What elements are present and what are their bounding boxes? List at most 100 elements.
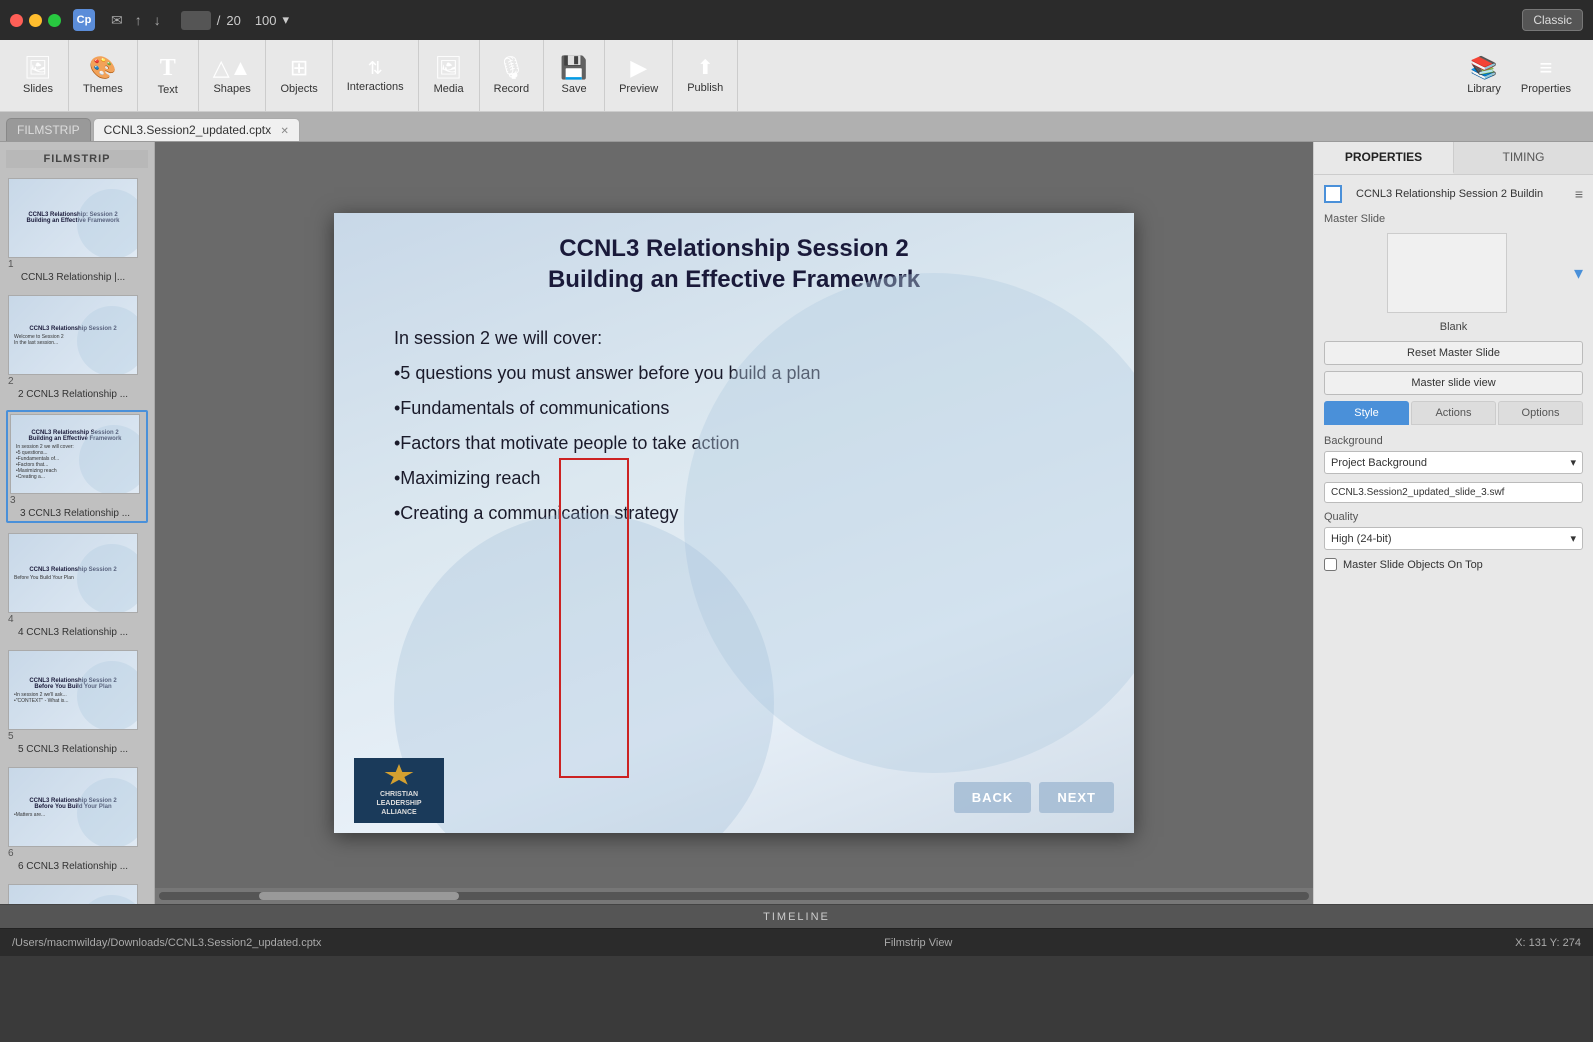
toolbar-text[interactable]: T Text bbox=[142, 46, 194, 106]
scrollbar-track bbox=[159, 892, 1309, 900]
coords-text: X: 131 Y: 274 bbox=[1515, 937, 1581, 949]
filmstrip-label-3: 3 CCNL3 Relationship ... bbox=[10, 508, 140, 519]
filmstrip-number-5: 5 bbox=[8, 731, 146, 742]
toolbar-save[interactable]: 💾 Save bbox=[548, 46, 600, 106]
zoom-level: 100 bbox=[255, 13, 277, 28]
media-icon: 🖼 bbox=[435, 57, 463, 79]
background-dropdown-arrow: ▾ bbox=[1570, 456, 1576, 469]
toolbar-group-record: 🎙 Record bbox=[480, 40, 544, 111]
slide-canvas[interactable]: CCNL3 Relationship Session 2 Building an… bbox=[334, 213, 1134, 833]
reset-master-button[interactable]: Reset Master Slide bbox=[1324, 341, 1583, 365]
zoom-dropdown-icon[interactable]: ▾ bbox=[283, 12, 290, 28]
toolbar-group-right: 📚 Library ≡ Properties bbox=[1453, 40, 1585, 111]
toolbar-record[interactable]: 🎙 Record bbox=[484, 46, 539, 106]
next-button[interactable]: NEXT bbox=[1039, 782, 1114, 813]
canvas-scrollbar[interactable] bbox=[155, 888, 1313, 904]
toolbar-publish[interactable]: ⬆ Publish bbox=[677, 46, 733, 106]
toolbar-properties[interactable]: ≡ Properties bbox=[1511, 46, 1581, 106]
title-bar: Cp ✉ ↑ ↓ 3 / 20 100 ▾ Classic bbox=[0, 0, 1593, 40]
filmstrip-header: FILMSTRIP bbox=[6, 150, 148, 168]
master-slide-preview bbox=[1387, 233, 1507, 313]
toolbar-preview[interactable]: ▶ Preview bbox=[609, 46, 668, 106]
tab-filmstrip[interactable]: FILMSTRIP bbox=[6, 118, 91, 141]
toolbar: 🖼 Slides 🎨 Themes T Text △▲ Shapes ⊞ Obj… bbox=[0, 40, 1593, 112]
filmstrip-label-6: 6 CCNL3 Relationship ... bbox=[8, 861, 138, 872]
filmstrip-panel: FILMSTRIP CCNL3 Relationship: Session 2B… bbox=[0, 142, 155, 904]
master-slide-view-button[interactable]: Master slide view bbox=[1324, 371, 1583, 395]
filmstrip-item-1[interactable]: CCNL3 Relationship: Session 2Building an… bbox=[6, 176, 148, 285]
filmstrip-item-4[interactable]: CCNL3 Relationship Session 2 Before You … bbox=[6, 531, 148, 640]
email-icon[interactable]: ✉ bbox=[111, 12, 123, 29]
toolbar-interactions[interactable]: ⇅ Interactions bbox=[337, 46, 414, 106]
filmstrip-number-1: 1 bbox=[8, 259, 146, 270]
sa-tab-options[interactable]: Options bbox=[1498, 401, 1583, 425]
arrow-up-icon[interactable]: ↑ bbox=[135, 12, 142, 29]
toolbar-shapes[interactable]: △▲ Shapes bbox=[203, 46, 262, 106]
toolbar-media[interactable]: 🖼 Media bbox=[423, 46, 475, 106]
library-label: Library bbox=[1467, 83, 1501, 95]
quality-dropdown[interactable]: High (24-bit) ▾ bbox=[1324, 527, 1583, 550]
master-objects-checkbox[interactable] bbox=[1324, 558, 1337, 571]
logo-text-line2: ALLIANCE bbox=[381, 808, 416, 817]
filmstrip-number-3: 3 bbox=[10, 495, 144, 506]
close-button[interactable] bbox=[10, 14, 23, 27]
library-icon: 📚 bbox=[1470, 57, 1497, 79]
tab-close-icon[interactable]: ✕ bbox=[280, 126, 288, 137]
filmstrip-item-3[interactable]: CCNL3 Relationship Session 2Building an … bbox=[6, 410, 148, 523]
nav-buttons: BACK NEXT bbox=[954, 782, 1114, 813]
sa-tab-style[interactable]: Style bbox=[1324, 401, 1409, 425]
themes-icon: 🎨 bbox=[89, 57, 116, 79]
slide-icon bbox=[1324, 185, 1342, 203]
slide-number-input[interactable]: 3 bbox=[181, 11, 211, 30]
filmstrip-label-4: 4 CCNL3 Relationship ... bbox=[8, 627, 138, 638]
tab-timing[interactable]: TIMING bbox=[1454, 142, 1593, 174]
sa-tab-actions[interactable]: Actions bbox=[1411, 401, 1496, 425]
slide-name-display: CCNL3 Relationship Session 2 Buildin bbox=[1356, 188, 1567, 200]
minimize-button[interactable] bbox=[29, 14, 42, 27]
timeline-bar: TIMELINE bbox=[0, 904, 1593, 928]
properties-panel: PROPERTIES TIMING CCNL3 Relationship Ses… bbox=[1313, 142, 1593, 904]
filmstrip-item-2[interactable]: CCNL3 Relationship Session 2 Welcome to … bbox=[6, 293, 148, 402]
filmstrip-thumb-4: CCNL3 Relationship Session 2 Before You … bbox=[8, 533, 138, 613]
maximize-button[interactable] bbox=[48, 14, 61, 27]
filmstrip-item-7[interactable]: CCNL3 Relationship Session 2Before You B… bbox=[6, 882, 148, 904]
scrollbar-thumb[interactable] bbox=[259, 892, 459, 900]
publish-label: Publish bbox=[687, 82, 723, 94]
preview-icon: ▶ bbox=[630, 57, 647, 79]
timeline-label: TIMELINE bbox=[763, 911, 830, 923]
toolbar-library[interactable]: 📚 Library bbox=[1457, 46, 1511, 106]
master-slide-dropdown-icon[interactable]: ▾ bbox=[1574, 263, 1583, 284]
toolbar-objects[interactable]: ⊞ Objects bbox=[270, 46, 327, 106]
toolbar-slides[interactable]: 🖼 Slides bbox=[12, 46, 64, 106]
toolbar-group-text: T Text bbox=[138, 40, 199, 111]
quality-dropdown-arrow: ▾ bbox=[1570, 532, 1576, 545]
background-dropdown[interactable]: Project Background ▾ bbox=[1324, 451, 1583, 474]
classic-button[interactable]: Classic bbox=[1522, 9, 1583, 31]
filmstrip-item-6[interactable]: CCNL3 Relationship Session 2Before You B… bbox=[6, 765, 148, 874]
toolbar-group-interactions: ⇅ Interactions bbox=[333, 40, 419, 111]
tab-properties[interactable]: PROPERTIES bbox=[1314, 142, 1454, 174]
background-value: Project Background bbox=[1331, 457, 1427, 469]
interactions-icon: ⇅ bbox=[368, 59, 383, 77]
slide-navigation: 3 / 20 100 ▾ bbox=[181, 11, 289, 30]
filmstrip-item-5[interactable]: CCNL3 Relationship Session 2Before You B… bbox=[6, 648, 148, 757]
quality-value: High (24-bit) bbox=[1331, 533, 1392, 545]
arrow-down-icon[interactable]: ↓ bbox=[154, 12, 161, 29]
filmstrip-label-1: CCNL3 Relationship |... bbox=[8, 272, 138, 283]
title-bar-icons: ✉ ↑ ↓ bbox=[111, 12, 161, 29]
toolbar-group-slides: 🖼 Slides bbox=[8, 40, 69, 111]
slide-separator: / bbox=[217, 13, 221, 28]
list-options-icon[interactable]: ≡ bbox=[1575, 186, 1583, 202]
slide-name-row: CCNL3 Relationship Session 2 Buildin ≡ bbox=[1324, 185, 1583, 203]
record-icon: 🎙 bbox=[497, 57, 525, 79]
tab-active-file[interactable]: CCNL3.Session2_updated.cptx ✕ bbox=[93, 118, 300, 141]
filepath-text: /Users/macmwilday/Downloads/CCNL3.Sessio… bbox=[12, 937, 321, 949]
shapes-icon: △▲ bbox=[213, 57, 252, 79]
filmstrip-thumb-7: CCNL3 Relationship Session 2Before You B… bbox=[8, 884, 138, 904]
view-text: Filmstrip View bbox=[884, 937, 952, 949]
back-button[interactable]: BACK bbox=[954, 782, 1032, 813]
toolbar-themes[interactable]: 🎨 Themes bbox=[73, 46, 133, 106]
properties-icon: ≡ bbox=[1540, 57, 1553, 79]
logo-text-line1: CHRISTIAN LEADERSHIP bbox=[360, 790, 438, 808]
tab-bar: FILMSTRIP CCNL3.Session2_updated.cptx ✕ bbox=[0, 112, 1593, 142]
